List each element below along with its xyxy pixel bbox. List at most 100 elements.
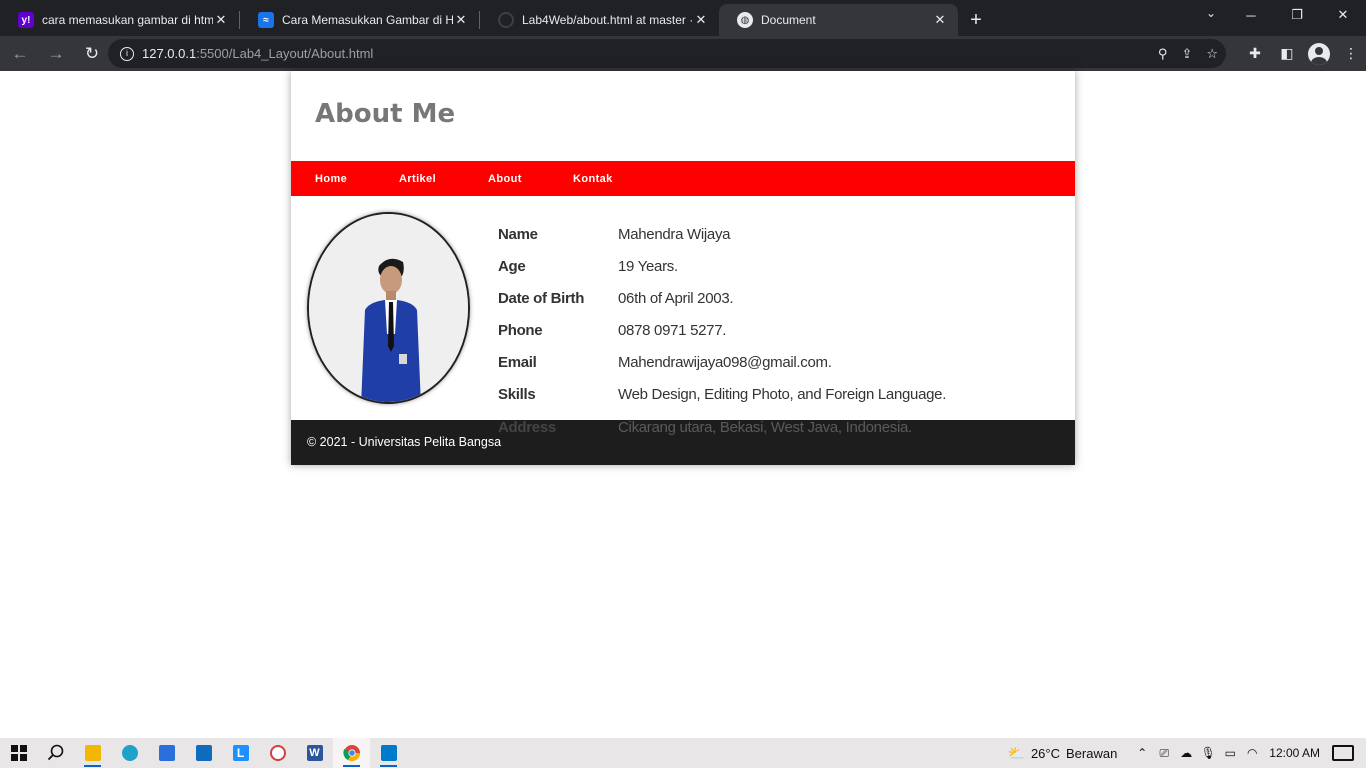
bio-row-dob: Date of Birth 06th of April 2003. — [498, 290, 946, 322]
edge-icon[interactable] — [111, 738, 148, 768]
browser-toolbar: ← → ↻ i 127.0.0.1:5500/Lab4_Layout/About… — [0, 36, 1366, 71]
bio-label: Age — [498, 258, 526, 275]
restore-icon[interactable]: ❐ — [1274, 0, 1320, 30]
bio-label: Skills — [498, 386, 536, 403]
new-tab-button[interactable]: + — [958, 4, 994, 36]
bio-row-address: Address Cikarang utara, Bekasi, West Jav… — [498, 419, 912, 439]
meet-now-icon[interactable]: ⎚ — [1153, 746, 1175, 761]
vscode-icon[interactable] — [370, 738, 407, 768]
chrome-icon[interactable] — [333, 738, 370, 768]
bio-table: Name Mahendra Wijaya Age 19 Years. Date … — [498, 226, 946, 418]
mail-icon[interactable] — [185, 738, 222, 768]
profile-photo-person — [309, 214, 468, 402]
bio-value: Cikarang utara, Bekasi, West Java, Indon… — [618, 419, 912, 436]
main-nav: Home Artikel About Kontak — [291, 161, 1075, 196]
page-viewport: About Me Home Artikel About Kontak Name … — [0, 71, 1366, 738]
windows-taskbar: L W ⛅ 26°C Berawan ⌃ ⎚ ☁ 🎙 ▭ ◠ 12:00 AM — [0, 738, 1366, 768]
tab-title: Document — [761, 13, 816, 27]
battery-icon[interactable]: ▭ — [1219, 746, 1241, 760]
system-tray: ⛅ 26°C Berawan ⌃ ⎚ ☁ 🎙 ▭ ◠ 12:00 AM — [1008, 738, 1366, 768]
forward-arrow-icon[interactable]: → — [40, 40, 72, 68]
extensions-puzzle-icon[interactable]: ✚ — [1244, 45, 1266, 62]
taskbar-clock[interactable]: 12:00 AM — [1269, 746, 1320, 760]
url-host: 127.0.0.1 — [142, 46, 197, 61]
paint-icon[interactable] — [259, 738, 296, 768]
bio-value: 19 Years. — [618, 258, 678, 275]
onedrive-cloud-icon[interactable]: ☁ — [1175, 746, 1197, 760]
page-container: About Me Home Artikel About Kontak Name … — [291, 71, 1075, 465]
toolbar-actions: ✚ ◧ ⋮ — [1244, 36, 1362, 71]
bookmark-star-icon[interactable]: ☆ — [1206, 46, 1218, 62]
store-icon[interactable] — [148, 738, 185, 768]
cloud-sun-icon: ⛅ — [1007, 744, 1025, 761]
wifi-icon[interactable]: ◠ — [1241, 746, 1263, 760]
share-icon[interactable]: ⇪ — [1181, 46, 1192, 62]
profile-photo — [307, 212, 470, 404]
start-windows-icon[interactable] — [0, 738, 37, 768]
url-path: :5500/Lab4_Layout/About.html — [196, 46, 374, 61]
bio-label: Phone — [498, 322, 543, 339]
address-bar-actions: ⚲ ⇪ ☆ — [1158, 39, 1218, 68]
notification-center-icon[interactable] — [1332, 745, 1354, 761]
tab-title: cara memasukan gambar di html — [42, 13, 213, 27]
close-icon[interactable]: ✕ — [693, 12, 709, 28]
window-controls: ─ ❐ ✕ — [1228, 0, 1366, 30]
browser-tab-bar: y! cara memasukan gambar di html ✕ ≈ Car… — [0, 0, 1366, 36]
bio-row-email: Email Mahendrawijaya098@gmail.com. — [498, 354, 946, 386]
tab-title: Cara Memasukkan Gambar di HTML — [282, 13, 453, 27]
browser-tab-4-active[interactable]: ◍ Document ✕ — [719, 4, 958, 36]
bio-value: 0878 0971 5277. — [618, 322, 727, 339]
footer-copyright: © 2021 - Universitas Pelita Bangsa — [307, 435, 502, 449]
weather-widget[interactable]: ⛅ 26°C Berawan — [1008, 745, 1118, 762]
menu-kebab-icon[interactable]: ⋮ — [1340, 45, 1362, 62]
bio-row-phone: Phone 0878 0971 5277. — [498, 322, 946, 354]
site-info-icon[interactable]: i — [120, 46, 134, 61]
bio-value: Mahendra Wijaya — [618, 226, 731, 243]
profile-avatar-icon[interactable] — [1308, 42, 1330, 65]
nav-link-kontak[interactable]: Kontak — [573, 173, 613, 185]
browser-tab-3[interactable]: Lab4Web/about.html at master · ✕ — [480, 4, 719, 36]
back-arrow-icon[interactable]: ← — [4, 40, 36, 68]
tab-search-chevron-icon[interactable]: ⌄ — [1206, 6, 1216, 20]
close-icon[interactable]: ✕ — [932, 12, 948, 28]
bio-row-name: Name Mahendra Wijaya — [498, 226, 946, 258]
bio-label: Address — [498, 419, 556, 436]
site-wave-icon: ≈ — [258, 12, 274, 28]
bio-value: Web Design, Editing Photo, and Foreign L… — [618, 386, 947, 403]
about-content: Name Mahendra Wijaya Age 19 Years. Date … — [291, 196, 1075, 420]
file-explorer-icon[interactable] — [74, 738, 111, 768]
minimize-icon[interactable]: ─ — [1228, 0, 1274, 30]
window-close-icon[interactable]: ✕ — [1320, 0, 1366, 30]
globe-icon: ◍ — [737, 12, 753, 28]
bio-row-skills: Skills Web Design, Editing Photo, and Fo… — [498, 386, 946, 418]
zoom-icon[interactable]: ⚲ — [1158, 46, 1168, 62]
bio-label: Name — [498, 226, 538, 243]
yahoo-icon: y! — [18, 12, 34, 28]
nav-link-artikel[interactable]: Artikel — [399, 173, 488, 185]
microphone-icon[interactable]: 🎙 — [1197, 746, 1219, 760]
bio-value: Mahendrawijaya098@gmail.com. — [618, 354, 832, 371]
reload-icon[interactable]: ↻ — [76, 40, 108, 68]
chevron-up-icon[interactable]: ⌃ — [1131, 746, 1153, 760]
bio-row-age: Age 19 Years. — [498, 258, 946, 290]
l-app-icon[interactable]: L — [222, 738, 259, 768]
close-icon[interactable]: ✕ — [213, 12, 229, 28]
weather-text: Berawan — [1065, 745, 1118, 761]
nav-link-home[interactable]: Home — [315, 173, 399, 185]
github-icon — [498, 12, 514, 28]
side-panel-icon[interactable]: ◧ — [1276, 45, 1298, 62]
browser-tab-1[interactable]: y! cara memasukan gambar di html ✕ — [0, 4, 239, 36]
nav-link-about[interactable]: About — [488, 173, 573, 185]
bio-label: Email — [498, 354, 537, 371]
search-icon[interactable] — [37, 738, 74, 768]
bio-label: Date of Birth — [498, 290, 585, 307]
page-title: About Me — [315, 99, 456, 129]
word-icon[interactable]: W — [296, 738, 333, 768]
weather-temp: 26°C — [1030, 745, 1060, 761]
site-header: About Me — [291, 71, 1075, 161]
address-bar[interactable]: i 127.0.0.1:5500/Lab4_Layout/About.html … — [108, 39, 1226, 68]
browser-tab-2[interactable]: ≈ Cara Memasukkan Gambar di HTML ✕ — [240, 4, 479, 36]
tab-title: Lab4Web/about.html at master · — [522, 13, 693, 27]
close-icon[interactable]: ✕ — [453, 12, 469, 28]
bio-value: 06th of April 2003. — [618, 290, 734, 307]
